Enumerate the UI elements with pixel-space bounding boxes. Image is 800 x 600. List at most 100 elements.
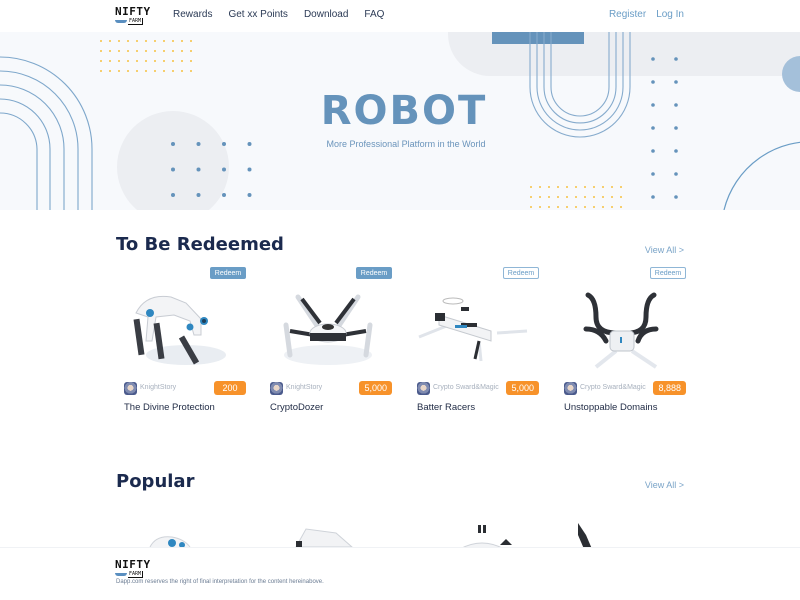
- decor-dot: [539, 186, 541, 188]
- redeem-button[interactable]: Redeem: [503, 267, 539, 279]
- decor-dot: [163, 60, 165, 62]
- wave-icon: [115, 573, 127, 576]
- register-link[interactable]: Register: [609, 9, 646, 20]
- card-meta: Crypto Sward&Magic 8,888: [564, 381, 686, 397]
- decor-dot: [172, 50, 174, 52]
- view-all-popular[interactable]: View All >: [645, 480, 684, 490]
- decor-dot: [611, 196, 613, 198]
- decor-dot: [172, 60, 174, 62]
- product-card[interactable]: Redeem Crypto Sward&Magic 5,000 Batter R…: [409, 265, 539, 415]
- product-card[interactable]: Redeem KnightStory 5,000 CryptoDozer: [262, 265, 392, 415]
- view-all-redeemed[interactable]: View All >: [645, 245, 684, 255]
- decor-dot: [539, 196, 541, 198]
- blue-bar: [492, 32, 584, 44]
- decor-dot: [127, 60, 129, 62]
- auth-links: Register Log In: [609, 9, 684, 20]
- creator-name[interactable]: Crypto Sward&Magic: [433, 384, 499, 391]
- nav-faq[interactable]: FAQ: [364, 9, 384, 20]
- decor-dot: [154, 40, 156, 42]
- nifty-farm-logo[interactable]: NIFTY FARM: [115, 6, 153, 25]
- redeem-button[interactable]: Redeem: [650, 267, 686, 279]
- decor-dot: [145, 40, 147, 42]
- robot-dog-image: [133, 295, 226, 365]
- login-link[interactable]: Log In: [656, 9, 684, 20]
- nav-get-points[interactable]: Get xx Points: [228, 9, 287, 20]
- hero-subtitle: More Professional Platform in the World: [326, 139, 486, 149]
- decor-dot: [674, 149, 678, 153]
- decor-dot: [196, 167, 201, 172]
- decor-dot: [530, 186, 532, 188]
- decor-dot: [602, 186, 604, 188]
- decor-dot: [190, 70, 192, 72]
- decor-dot: [109, 50, 111, 52]
- decor-dot: [118, 50, 120, 52]
- redeem-cards: Redeem KnightStory 200 The Divine Protec…: [116, 265, 686, 425]
- decor-dot: [190, 40, 192, 42]
- decor-dot: [584, 186, 586, 188]
- decor-dot: [136, 70, 138, 72]
- decor-dot: [163, 40, 165, 42]
- creator-name[interactable]: Crypto Sward&Magic: [580, 384, 646, 391]
- nav-rewards[interactable]: Rewards: [173, 9, 212, 20]
- creator-avatar: [564, 382, 577, 395]
- decor-dot: [557, 196, 559, 198]
- nav-download[interactable]: Download: [304, 9, 348, 20]
- decor-dot: [127, 50, 129, 52]
- decor-dot: [557, 206, 559, 208]
- creator-avatar: [417, 382, 430, 395]
- decor-dot: [171, 193, 175, 197]
- creator-name[interactable]: KnightStory: [140, 384, 176, 391]
- decor-dot: [222, 193, 226, 197]
- price-badge: 5,000: [506, 381, 539, 395]
- main-nav: Rewards Get xx Points Download FAQ: [173, 9, 384, 20]
- decor-dot: [145, 60, 147, 62]
- decor-dot: [593, 206, 595, 208]
- decor-dot: [145, 70, 147, 72]
- decor-dot: [127, 70, 129, 72]
- decor-dot: [602, 196, 604, 198]
- product-name[interactable]: Batter Racers: [417, 402, 475, 413]
- decor-dot: [247, 193, 252, 197]
- redeem-button[interactable]: Redeem: [356, 267, 392, 279]
- decor-dot: [136, 50, 138, 52]
- product-card[interactable]: Redeem Crypto Sward&Magic 8,888 Unstoppa…: [556, 265, 686, 415]
- decor-dot: [651, 149, 655, 153]
- footer-logo[interactable]: NIFTY FARM: [115, 558, 153, 578]
- decor-dot: [566, 186, 568, 188]
- footer: NIFTY FARM Dapp.com reserves the right o…: [0, 547, 800, 600]
- logo-subtext: FARM: [128, 571, 144, 578]
- product-card[interactable]: Redeem KnightStory 200 The Divine Protec…: [116, 265, 246, 415]
- robot-octopus-image: [583, 292, 659, 369]
- decor-dot: [190, 50, 192, 52]
- redeem-button[interactable]: Redeem: [210, 267, 246, 279]
- decor-dot: [575, 196, 577, 198]
- yellow-dots-bottom: [530, 186, 622, 208]
- product-name[interactable]: CryptoDozer: [270, 402, 323, 413]
- product-name[interactable]: Unstoppable Domains: [564, 402, 657, 413]
- decor-dot: [651, 172, 655, 176]
- decor-dot: [651, 195, 655, 199]
- creator-name[interactable]: KnightStory: [286, 384, 322, 391]
- decor-dot: [557, 186, 559, 188]
- decor-dot: [674, 172, 678, 176]
- decor-dot: [118, 60, 120, 62]
- decor-dot: [593, 186, 595, 188]
- logo-text: NIFTY: [115, 558, 151, 571]
- decor-dot: [548, 206, 550, 208]
- popular-robot-4: [578, 523, 592, 549]
- decor-dot: [172, 70, 174, 72]
- decor-dot: [620, 186, 622, 188]
- decor-dot: [584, 206, 586, 208]
- decor-dot: [100, 60, 102, 62]
- decor-dot: [620, 206, 622, 208]
- decor-dot: [154, 70, 156, 72]
- robot-drone-image: [418, 297, 528, 362]
- decor-dot: [530, 196, 532, 198]
- decor-dot: [593, 196, 595, 198]
- price-badge: 200: [214, 381, 246, 395]
- decor-dot: [154, 60, 156, 62]
- wave-icon: [115, 20, 127, 23]
- decor-dot: [247, 167, 252, 172]
- product-name[interactable]: The Divine Protection: [124, 402, 215, 413]
- decor-dot: [539, 206, 541, 208]
